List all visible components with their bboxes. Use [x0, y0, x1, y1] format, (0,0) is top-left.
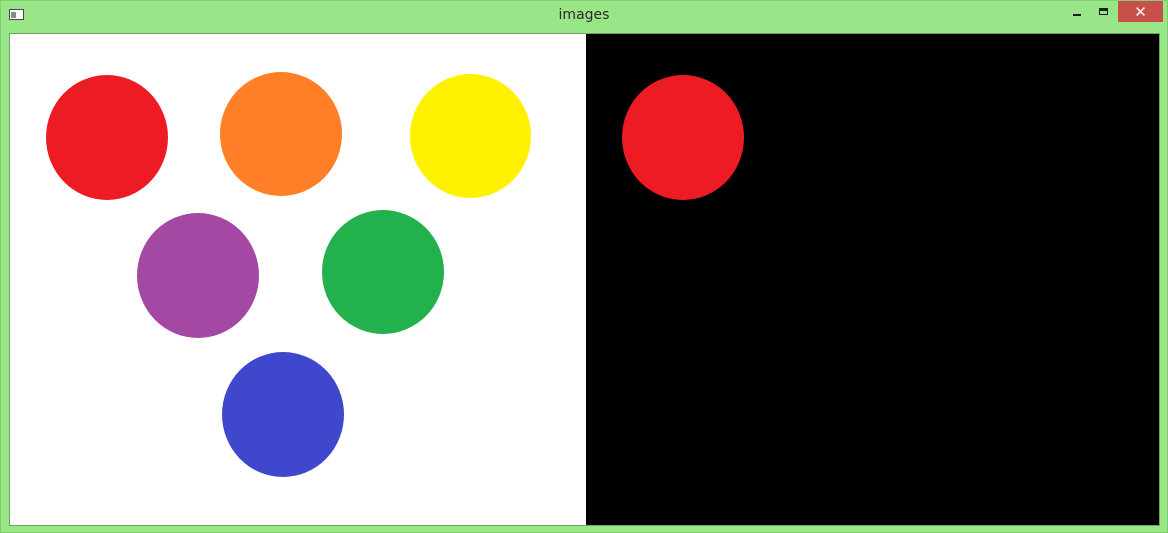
mask-image-pane — [586, 34, 1159, 525]
app-window: images ✕ — [0, 0, 1168, 533]
close-icon: ✕ — [1134, 2, 1147, 21]
circle-yellow — [410, 74, 531, 198]
image-display — [9, 33, 1160, 526]
circle-orange — [220, 72, 342, 196]
circle-purple — [137, 213, 259, 338]
circle-red-masked — [622, 75, 744, 200]
title-bar[interactable]: images ✕ — [1, 1, 1167, 31]
circle-green — [322, 210, 444, 334]
circle-blue — [222, 352, 344, 477]
close-button[interactable]: ✕ — [1118, 1, 1163, 22]
minimize-icon — [1072, 13, 1081, 16]
maximize-icon — [1099, 8, 1108, 15]
source-image-pane — [10, 34, 586, 525]
maximize-button[interactable] — [1090, 1, 1117, 22]
window-title: images — [558, 7, 610, 23]
minimize-button[interactable] — [1063, 1, 1090, 22]
circle-red — [46, 75, 168, 200]
